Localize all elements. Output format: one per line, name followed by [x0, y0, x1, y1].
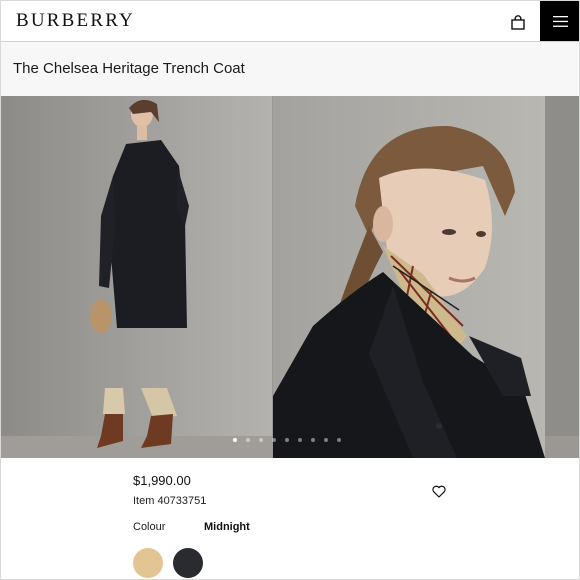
colour-label: Colour — [133, 521, 166, 533]
product-title: The Chelsea Heritage Trench Coat — [13, 60, 245, 77]
item-number: Item 40733751 — [133, 495, 207, 507]
carousel-dot[interactable] — [324, 438, 328, 442]
brand-logo[interactable]: BURBERRY — [16, 10, 135, 32]
carousel-dot[interactable] — [233, 438, 237, 442]
carousel-dot[interactable] — [311, 438, 315, 442]
swatch-honey[interactable] — [133, 548, 163, 578]
product-title-bar: The Chelsea Heritage Trench Coat — [1, 42, 579, 97]
product-image-close-up[interactable] — [273, 96, 545, 458]
menu-button[interactable] — [540, 1, 579, 41]
colour-selected-value: Midnight — [204, 521, 250, 533]
carousel-dot[interactable] — [259, 438, 263, 442]
image-gallery[interactable] — [1, 96, 580, 458]
site-header: BURBERRY — [1, 1, 579, 42]
carousel-dots — [233, 438, 341, 442]
heart-icon[interactable] — [432, 485, 446, 499]
carousel-dot[interactable] — [337, 438, 341, 442]
product-page: BURBERRY The Chelsea Heritage Trench Coa… — [0, 0, 580, 580]
carousel-dot[interactable] — [272, 438, 276, 442]
carousel-dot[interactable] — [246, 438, 250, 442]
shopping-bag-icon[interactable] — [509, 13, 527, 31]
product-image-next[interactable] — [545, 96, 580, 458]
swatch-midnight[interactable] — [173, 548, 203, 578]
carousel-dot[interactable] — [298, 438, 302, 442]
product-price: $1,990.00 — [133, 473, 191, 488]
carousel-dot[interactable] — [285, 438, 289, 442]
hamburger-menu-icon — [552, 15, 568, 27]
product-image-full-length[interactable] — [1, 96, 272, 458]
